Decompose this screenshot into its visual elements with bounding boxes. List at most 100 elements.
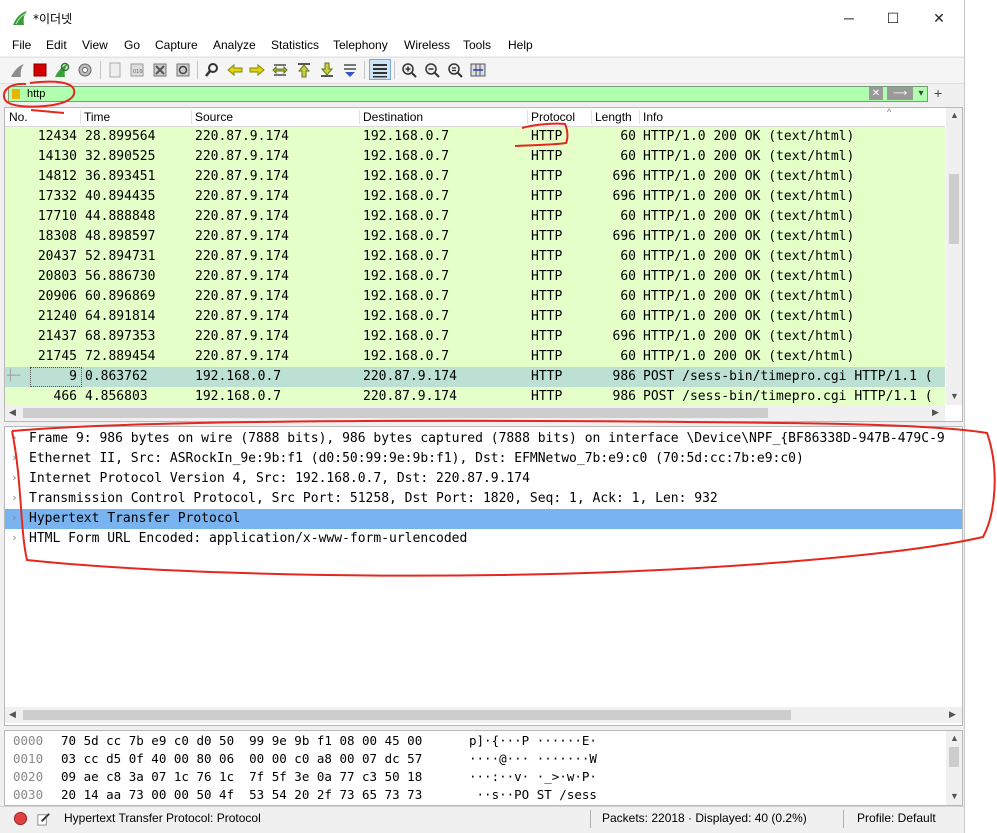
details-hscroll-thumb[interactable] [23, 710, 791, 720]
options-icon[interactable] [77, 62, 93, 78]
shark-fin-icon[interactable] [10, 62, 26, 78]
expand-chevron-icon[interactable]: › [11, 491, 18, 504]
column-header-protocol[interactable]: Protocol [531, 110, 575, 124]
column-header-destination[interactable]: Destination [363, 110, 423, 124]
bytes-vscrollbar[interactable]: ▲ ▼ [946, 731, 962, 805]
capture-status-icon[interactable] [13, 811, 28, 826]
bytes-vscroll-thumb[interactable] [949, 747, 959, 767]
packet-list-hscroll-thumb[interactable] [23, 408, 768, 418]
scroll-down-arrow-icon[interactable]: ▼ [950, 391, 959, 401]
goto-icon[interactable] [272, 62, 288, 78]
display-filter-input[interactable]: http ✕ ⟶ ▾ [8, 86, 928, 102]
menu-analyze[interactable]: Analyze [213, 38, 256, 52]
packet-row[interactable]: 20437 52.894731 220.87.9.174 192.168.0.7 HTT… [5, 247, 945, 267]
menu-file[interactable]: File [12, 38, 31, 52]
packet-row[interactable]: 20803 56.886730 220.87.9.174 192.168.0.7 HTT… [5, 267, 945, 287]
minimize-button[interactable]: ─ [826, 4, 872, 32]
scroll-right-arrow-icon[interactable]: ▶ [949, 709, 956, 720]
column-divider[interactable] [80, 110, 81, 124]
packet-row[interactable]: 17332 40.894435 220.87.9.174 192.168.0.7 HTT… [5, 187, 945, 207]
packet-list-hscrollbar[interactable]: ◀ ▶ [5, 405, 945, 421]
packet-row[interactable]: 17710 44.888848 220.87.9.174 192.168.0.7 HTT… [5, 207, 945, 227]
scroll-right-arrow-icon[interactable]: ▶ [932, 407, 939, 418]
expand-chevron-icon[interactable]: › [11, 451, 18, 464]
detail-tree-item[interactable]: › Frame 9: 986 bytes on wire (7888 bits),… [5, 429, 962, 449]
back-icon[interactable] [227, 62, 243, 78]
filter-history-dropdown[interactable]: ▾ [915, 87, 927, 100]
menu-statistics[interactable]: Statistics [271, 38, 319, 52]
menu-tools[interactable]: Tools [463, 38, 491, 52]
packet-row[interactable]: 14812 36.893451 220.87.9.174 192.168.0.7 HTT… [5, 167, 945, 187]
column-header-no[interactable]: No. [9, 110, 28, 124]
save-icon[interactable]: 010 [129, 62, 145, 78]
stop-icon[interactable] [32, 62, 48, 78]
column-divider[interactable] [527, 110, 528, 124]
cell-length: 986 [612, 369, 636, 384]
find-icon[interactable] [204, 62, 220, 78]
column-header-length[interactable]: Length [595, 110, 632, 124]
last-icon[interactable] [319, 62, 335, 78]
expand-chevron-icon[interactable]: › [11, 431, 18, 444]
expand-chevron-icon[interactable]: › [11, 471, 18, 484]
packet-row[interactable]: 20906 60.896869 220.87.9.174 192.168.0.7 HTT… [5, 287, 945, 307]
menu-view[interactable]: View [82, 38, 108, 52]
detail-tree-item[interactable]: › Ethernet II, Src: ASRockIn_9e:9b:f1 (d0… [5, 449, 962, 469]
packet-row[interactable]: 14130 32.890525 220.87.9.174 192.168.0.7 HTT… [5, 147, 945, 167]
packet-row[interactable]: 21437 68.897353 220.87.9.174 192.168.0.7 HTT… [5, 327, 945, 347]
menu-help[interactable]: Help [508, 38, 533, 52]
reload-icon[interactable] [175, 62, 191, 78]
apply-filter-button[interactable]: ⟶ [887, 87, 913, 100]
menu-telephony[interactable]: Telephony [333, 38, 388, 52]
menu-go[interactable]: Go [124, 38, 140, 52]
bookmark-icon[interactable] [12, 89, 20, 99]
packet-row[interactable]: 466 4.856803 192.168.0.7 220.87.9.174 HTTP 98… [5, 387, 945, 407]
packet-row[interactable]: ┼─ 9 0.863762 192.168.0.7 220.87.9.174 HTTP 98… [5, 367, 945, 387]
expand-chevron-icon[interactable]: › [11, 531, 18, 544]
scroll-up-arrow-icon[interactable]: ▲ [950, 110, 959, 120]
close-file-icon[interactable] [152, 62, 168, 78]
details-hscrollbar[interactable]: ◀ ▶ [5, 707, 962, 723]
scroll-left-arrow-icon[interactable]: ◀ [9, 407, 16, 418]
clear-filter-button[interactable]: ✕ [869, 87, 883, 100]
open-icon[interactable] [107, 62, 123, 78]
detail-tree-item[interactable]: › HTML Form URL Encoded: application/x-ww… [5, 529, 962, 549]
close-button[interactable]: ✕ [916, 4, 962, 32]
scroll-down-arrow-icon[interactable]: ▼ [950, 791, 959, 801]
add-filter-button[interactable]: + [934, 85, 942, 101]
menu-capture[interactable]: Capture [155, 38, 198, 52]
first-icon[interactable] [296, 62, 312, 78]
restart-icon[interactable] [54, 62, 70, 78]
detail-tree-item[interactable]: › Hypertext Transfer Protocol [5, 509, 962, 529]
autoscroll-icon[interactable] [342, 62, 358, 78]
forward-icon[interactable] [249, 62, 265, 78]
packet-row[interactable]: 21745 72.889454 220.87.9.174 192.168.0.7 HTT… [5, 347, 945, 367]
detail-tree-item[interactable]: › Transmission Control Protocol, Src Port… [5, 489, 962, 509]
status-profile[interactable]: Profile: Default [857, 811, 936, 825]
packet-row[interactable]: 21240 64.891814 220.87.9.174 192.168.0.7 HTT… [5, 307, 945, 327]
column-divider[interactable] [591, 110, 592, 124]
edit-comment-icon[interactable] [36, 811, 51, 826]
packet-list-vscroll-thumb[interactable] [949, 174, 959, 244]
column-header-info[interactable]: Info [643, 110, 663, 124]
column-divider[interactable] [639, 110, 640, 124]
menu-edit[interactable]: Edit [46, 38, 67, 52]
packet-list-vscrollbar[interactable]: ▲ ▼ [946, 108, 962, 405]
cell-info: HTTP/1.0 200 OK (text/html) [643, 309, 855, 324]
column-divider[interactable] [359, 110, 360, 124]
column-divider[interactable] [191, 110, 192, 124]
packet-row[interactable]: 18308 48.898597 220.87.9.174 192.168.0.7 HTT… [5, 227, 945, 247]
colorize-toggle[interactable] [369, 59, 391, 80]
normal-size-icon[interactable] [447, 62, 463, 78]
column-header-source[interactable]: Source [195, 110, 233, 124]
zoom-in-icon[interactable] [401, 62, 417, 78]
expand-chevron-icon[interactable]: › [11, 511, 18, 524]
maximize-button[interactable]: ☐ [870, 4, 916, 32]
scroll-left-arrow-icon[interactable]: ◀ [9, 709, 16, 720]
zoom-out-icon[interactable] [424, 62, 440, 78]
resize-columns-icon[interactable] [470, 62, 486, 78]
detail-tree-item[interactable]: › Internet Protocol Version 4, Src: 192.1… [5, 469, 962, 489]
column-header-time[interactable]: Time [84, 110, 110, 124]
scroll-up-arrow-icon[interactable]: ▲ [950, 733, 959, 743]
menu-wireless[interactable]: Wireless [404, 38, 450, 52]
packet-row[interactable]: 12434 28.899564 220.87.9.174 192.168.0.7 HTT… [5, 127, 945, 147]
